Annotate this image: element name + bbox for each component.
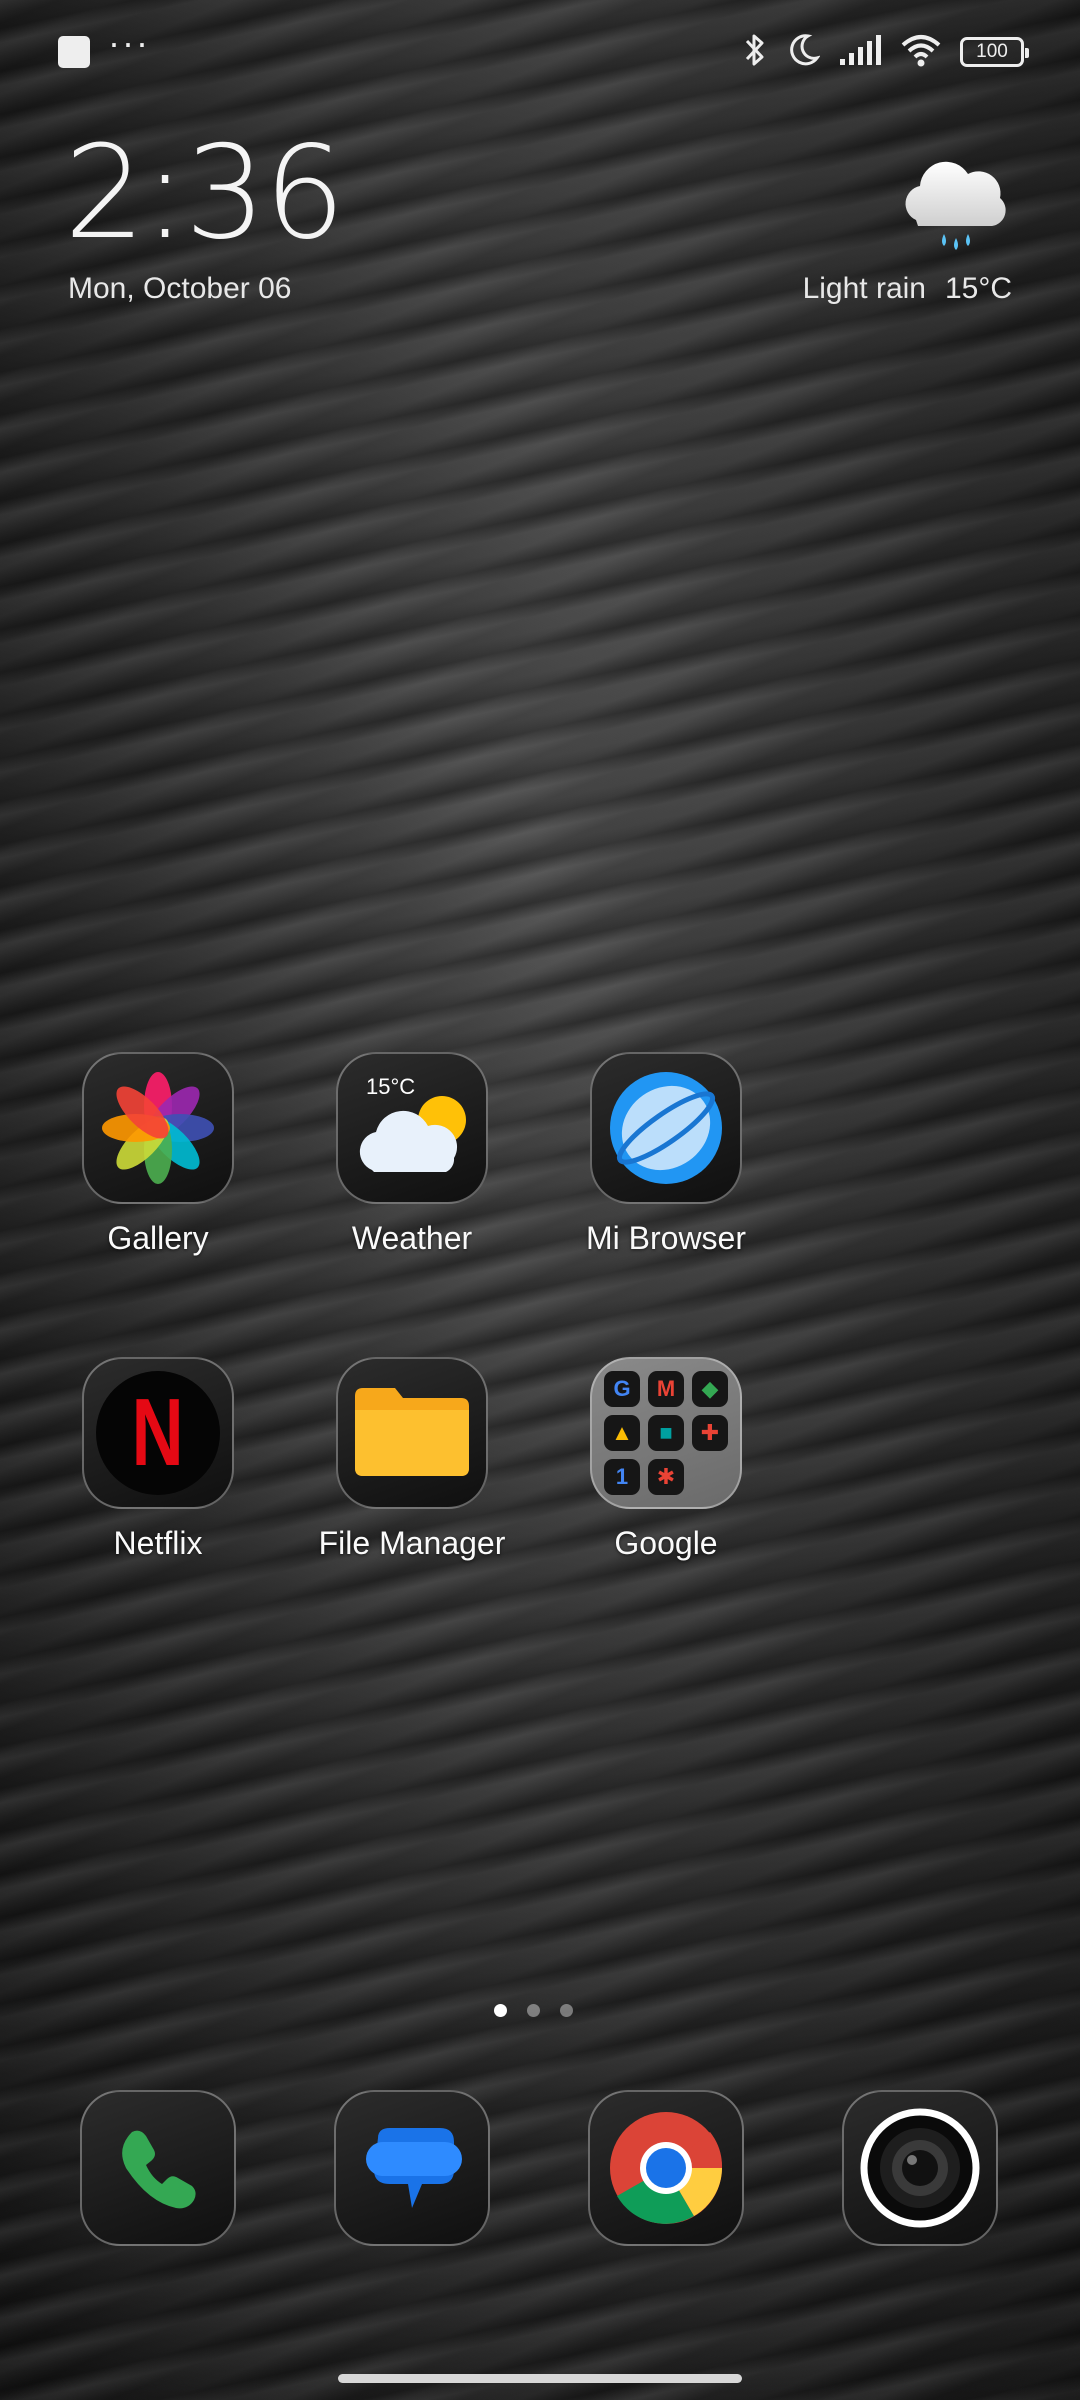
- dock-messages[interactable]: [334, 2090, 490, 2246]
- moon-icon: [786, 32, 821, 73]
- gallery-icon[interactable]: [82, 1052, 234, 1204]
- page-indicator[interactable]: [494, 2004, 573, 2017]
- more-notifications-indicator: ···: [108, 22, 150, 63]
- drive-mini-icon: ▲: [604, 1415, 640, 1451]
- app-label: Mi Browser: [585, 1220, 746, 1256]
- signal-icon: [838, 33, 882, 72]
- app-label: Gallery: [107, 1220, 209, 1256]
- app-label: Weather: [351, 1220, 473, 1256]
- page-dot-2[interactable]: [527, 2004, 540, 2017]
- wifi-icon: [900, 33, 942, 72]
- google-folder-icon[interactable]: G M ◆ ▲ ■ ✚ 1 ✱: [590, 1357, 742, 1509]
- battery-icon: 100: [960, 37, 1029, 67]
- bluetooth-icon: [742, 31, 768, 74]
- notification-icon: [58, 36, 90, 68]
- weather-temperature[interactable]: 15°C: [945, 272, 1012, 306]
- folder-icon[interactable]: [336, 1357, 488, 1509]
- dock-camera[interactable]: [842, 2090, 998, 2246]
- messages-icon[interactable]: [334, 2090, 490, 2246]
- weather-icon-temp: 15°C: [366, 1074, 416, 1099]
- status-icons: 100: [742, 30, 1029, 74]
- battery-level: 100: [976, 41, 1008, 62]
- assistant-mini-icon: ✱: [648, 1459, 684, 1495]
- page-dot-3[interactable]: [560, 2004, 573, 2017]
- app-gallery[interactable]: Gallery: [58, 1052, 258, 1257]
- home-gesture-handle[interactable]: [338, 2374, 742, 2383]
- rain-cloud-icon[interactable]: [894, 150, 1014, 260]
- dock-phone[interactable]: [80, 2090, 236, 2246]
- chrome-icon[interactable]: [588, 2090, 744, 2246]
- gmail-mini-icon: M: [648, 1371, 684, 1407]
- app-label: File Manager: [318, 1525, 506, 1561]
- mi-browser-icon[interactable]: [590, 1052, 742, 1204]
- clock-time[interactable]: 2:36: [64, 130, 345, 258]
- app-google-folder[interactable]: G M ◆ ▲ ■ ✚ 1 ✱ Google: [566, 1357, 766, 1562]
- google-one-mini-icon: 1: [604, 1459, 640, 1495]
- google-search-mini-icon: G: [604, 1371, 640, 1407]
- meet-mini-icon: ■: [648, 1415, 684, 1451]
- status-bar: ··· 100: [0, 0, 1080, 104]
- folder-preview-grid: G M ◆ ▲ ■ ✚ 1 ✱: [604, 1371, 728, 1495]
- app-netflix[interactable]: N Netflix: [58, 1357, 258, 1562]
- photos-mini-icon: ✚: [692, 1415, 728, 1451]
- clock-date[interactable]: Mon, October 06: [68, 272, 291, 306]
- netflix-icon[interactable]: N: [82, 1357, 234, 1509]
- app-file-manager[interactable]: File Manager: [312, 1357, 512, 1562]
- netflix-logo: N: [96, 1371, 220, 1495]
- app-label: Netflix: [113, 1525, 203, 1561]
- phone-icon[interactable]: [80, 2090, 236, 2246]
- camera-icon[interactable]: [842, 2090, 998, 2246]
- app-weather[interactable]: 15°C Weather: [312, 1052, 512, 1257]
- app-label: Google: [614, 1525, 718, 1561]
- weather-icon[interactable]: 15°C: [336, 1052, 488, 1204]
- empty-slot: [692, 1459, 728, 1495]
- weather-condition[interactable]: Light rain: [803, 272, 926, 306]
- dock-chrome[interactable]: [588, 2090, 744, 2246]
- page-dot-1[interactable]: [494, 2004, 507, 2017]
- app-mi-browser[interactable]: Mi Browser: [566, 1052, 766, 1257]
- maps-mini-icon: ◆: [692, 1371, 728, 1407]
